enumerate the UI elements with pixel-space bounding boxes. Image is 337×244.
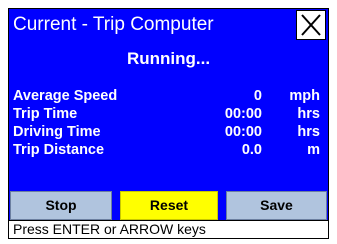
- stat-unit: hrs: [297, 124, 320, 140]
- status-text: Running...: [126, 49, 211, 68]
- trip-computer-screen: Current - Trip Computer Running... Avera…: [8, 8, 329, 239]
- prompt-bar: Press ENTER or ARROW keys: [9, 220, 328, 238]
- save-button[interactable]: Save: [226, 191, 327, 220]
- close-x-icon: [301, 14, 321, 36]
- stat-value: 00:00: [224, 106, 262, 122]
- stat-label: Trip Distance: [13, 142, 105, 158]
- stat-row-trip-distance: Trip Distance 0.0 m: [9, 142, 328, 160]
- stat-value: 00:00: [224, 124, 262, 140]
- close-button[interactable]: [296, 10, 326, 40]
- stat-label: Trip Time: [13, 106, 78, 122]
- title-bar: Current - Trip Computer: [9, 9, 328, 42]
- stat-row-average-speed: Average Speed 0 mph: [9, 88, 328, 106]
- window-title: Current - Trip Computer: [13, 14, 214, 35]
- stat-row-driving-time: Driving Time 00:00 hrs: [9, 124, 328, 142]
- trip-stats: Average Speed 0 mph Trip Time 00:00 hrs …: [9, 88, 328, 160]
- stat-unit: hrs: [297, 106, 320, 122]
- reset-button[interactable]: Reset: [120, 191, 218, 220]
- stop-button[interactable]: Stop: [10, 191, 112, 220]
- action-buttons: Stop Reset Save: [10, 191, 328, 220]
- stat-unit: m: [307, 142, 320, 158]
- stat-row-trip-time: Trip Time 00:00 hrs: [9, 106, 328, 124]
- stat-value: 0.0: [241, 142, 262, 158]
- stat-value: 0: [253, 88, 262, 104]
- stat-label: Average Speed: [13, 88, 118, 104]
- stat-label: Driving Time: [13, 124, 101, 140]
- stat-unit: mph: [289, 88, 320, 104]
